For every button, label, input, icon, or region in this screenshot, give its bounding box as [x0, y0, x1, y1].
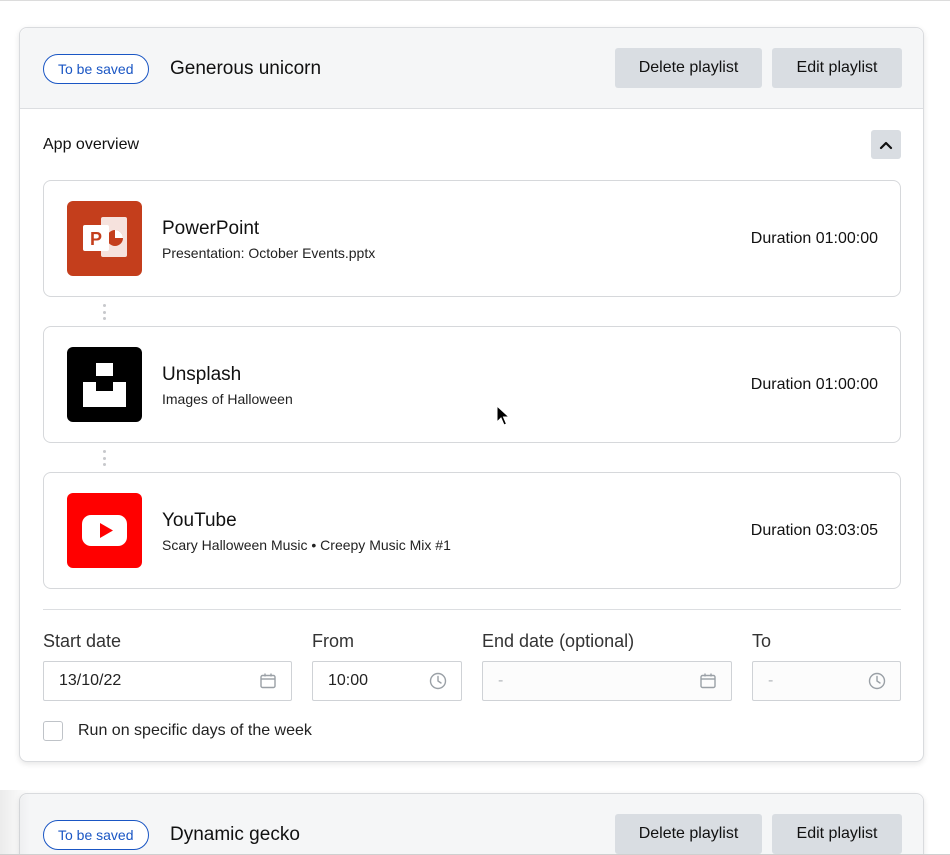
- youtube-icon: [67, 493, 142, 568]
- top-divider: [0, 0, 950, 1]
- app-duration: Duration 01:00:00: [750, 376, 878, 393]
- calendar-icon[interactable]: [259, 672, 277, 690]
- end-date-input[interactable]: -: [482, 661, 732, 701]
- unsplash-icon: [67, 347, 142, 422]
- delete-playlist-button[interactable]: Delete playlist: [615, 814, 762, 854]
- playlist-card: To be saved Generous unicorn Delete play…: [19, 27, 924, 762]
- playlist-title: Dynamic gecko: [170, 824, 300, 845]
- start-date-value: 13/10/22: [59, 672, 122, 689]
- app-description: Scary Halloween Music • Creepy Music Mix…: [162, 537, 451, 553]
- end-date-label: End date (optional): [482, 631, 635, 651]
- connector-dots: [102, 450, 106, 466]
- playlist-header: To be saved Dynamic gecko Delete playlis…: [20, 794, 923, 855]
- from-time-value: 10:00: [328, 672, 369, 689]
- app-item-powerpoint[interactable]: P PowerPoint Presentation: October Event…: [43, 180, 901, 297]
- clock-icon[interactable]: [868, 672, 886, 690]
- playlist-header: To be saved Generous unicorn Delete play…: [20, 28, 923, 109]
- edit-playlist-button[interactable]: Edit playlist: [772, 814, 902, 854]
- shadow-fade: [0, 790, 30, 855]
- delete-playlist-button[interactable]: Delete playlist: [615, 48, 762, 88]
- status-badge: To be saved: [43, 820, 149, 850]
- app-item-unsplash[interactable]: Unsplash Images of Halloween Duration 01…: [43, 326, 901, 443]
- powerpoint-icon: P: [67, 201, 142, 276]
- from-time-input[interactable]: 10:00: [312, 661, 462, 701]
- app-description: Presentation: October Events.pptx: [162, 245, 376, 261]
- start-date-input[interactable]: 13/10/22: [43, 661, 292, 701]
- collapse-button[interactable]: [871, 130, 901, 159]
- to-time-input[interactable]: -: [752, 661, 901, 701]
- to-label: To: [752, 631, 772, 651]
- playlist-title: Generous unicorn: [170, 58, 322, 79]
- edit-playlist-button[interactable]: Edit playlist: [772, 48, 902, 88]
- weekdays-checkbox[interactable]: [43, 721, 63, 741]
- section-divider: [43, 609, 901, 610]
- weekdays-checkbox-label[interactable]: Run on specific days of the week: [78, 722, 312, 740]
- app-duration: Duration 03:03:05: [750, 522, 878, 539]
- app-item-youtube[interactable]: YouTube Scary Halloween Music • Creepy M…: [43, 472, 901, 589]
- app-name: YouTube: [162, 510, 237, 531]
- mouse-cursor-icon: [496, 405, 510, 426]
- playlist-card: To be saved Dynamic gecko Delete playlis…: [19, 793, 924, 855]
- start-date-label: Start date: [43, 631, 122, 651]
- connector-dots: [102, 304, 106, 320]
- svg-text:P: P: [90, 229, 102, 249]
- app-description: Images of Halloween: [162, 391, 293, 407]
- clock-icon[interactable]: [429, 672, 447, 690]
- app-duration: Duration 01:00:00: [750, 230, 878, 247]
- calendar-icon[interactable]: [699, 672, 717, 690]
- to-time-value: -: [768, 672, 774, 689]
- chevron-up-icon: [879, 141, 893, 149]
- app-overview-heading: App overview: [43, 136, 140, 153]
- app-name: PowerPoint: [162, 218, 260, 239]
- status-badge: To be saved: [43, 54, 149, 84]
- end-date-value: -: [498, 672, 504, 689]
- from-label: From: [312, 631, 354, 651]
- app-name: Unsplash: [162, 364, 242, 385]
